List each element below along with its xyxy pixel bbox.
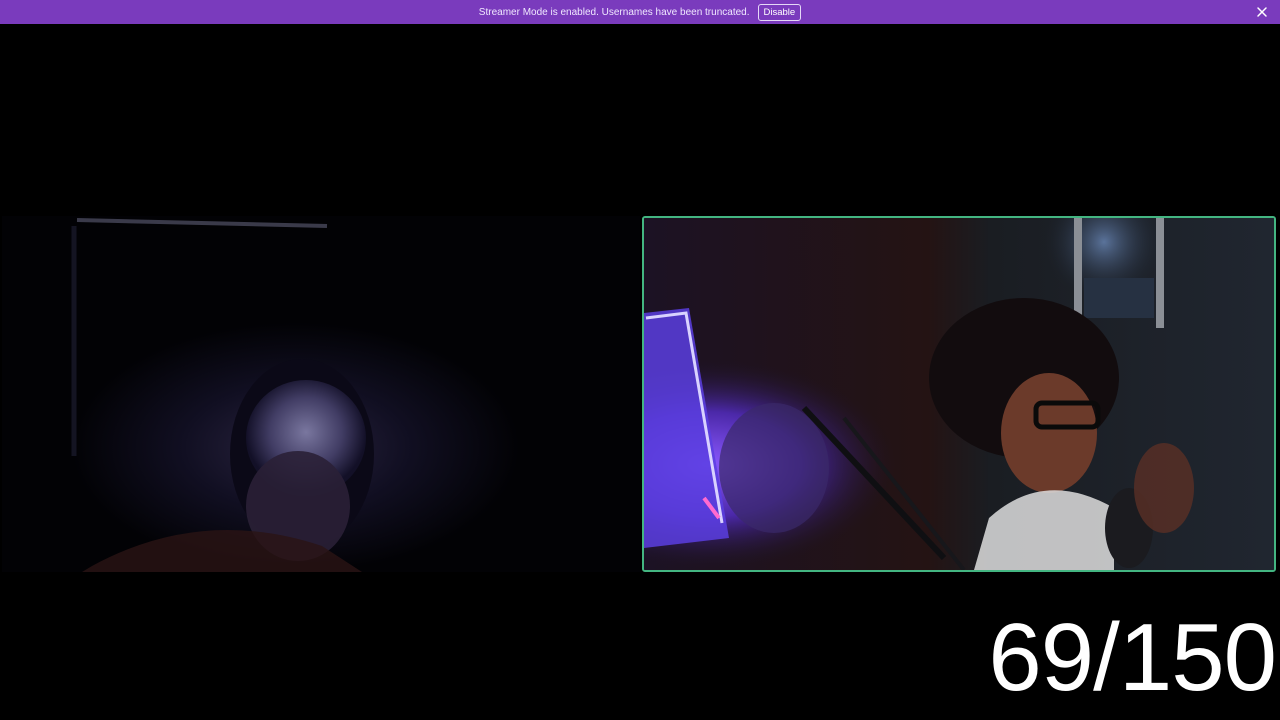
disable-streamer-mode-button[interactable]: Disable <box>757 3 802 21</box>
participant-video-tile-left[interactable] <box>2 216 640 572</box>
streamer-mode-message: Streamer Mode is enabled. Usernames have… <box>478 6 750 18</box>
participant-video-right <box>644 218 1274 570</box>
streamer-mode-banner: Streamer Mode is enabled. Usernames have… <box>0 0 1280 24</box>
participant-video-tile-right[interactable] <box>642 216 1276 572</box>
video-call-stage: 69/150 <box>0 24 1280 720</box>
close-icon[interactable] <box>1254 4 1270 20</box>
overlay-counter: 69/150 <box>988 604 1277 711</box>
participant-video-left <box>2 216 640 572</box>
